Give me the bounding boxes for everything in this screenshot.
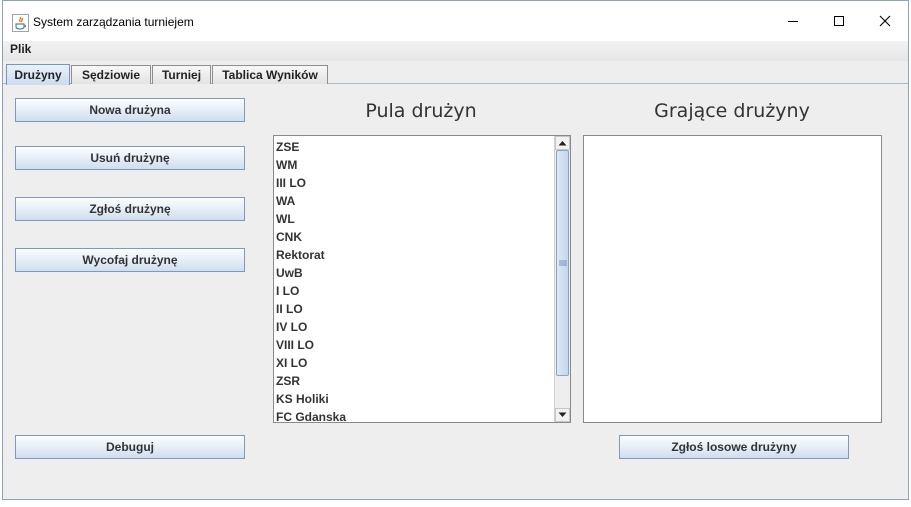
close-button[interactable]	[862, 1, 908, 41]
menu-plik[interactable]: Plik	[10, 42, 31, 56]
list-item[interactable]: ZSR	[275, 372, 346, 390]
list-item[interactable]: UwB	[275, 264, 346, 282]
window-title: System zarządzania turniejem	[33, 15, 194, 29]
new-team-button[interactable]: Nowa drużyna	[15, 98, 245, 122]
minimize-icon	[788, 21, 798, 22]
list-item[interactable]: II LO	[275, 300, 346, 318]
maximize-icon	[834, 16, 844, 26]
java-app-icon	[12, 14, 29, 32]
list-item[interactable]: XI LO	[275, 354, 346, 372]
playing-heading: Grające drużyny	[654, 100, 810, 122]
scroll-up-button[interactable]	[555, 136, 570, 150]
team-pool-scrollbar[interactable]	[554, 136, 570, 422]
withdraw-team-button[interactable]: Wycofaj drużynę	[15, 248, 245, 272]
list-item[interactable]: VIII LO	[275, 336, 346, 354]
scroll-thumb[interactable]	[556, 150, 569, 376]
scroll-up-icon	[558, 141, 567, 146]
tab-bar: Drużyny Sędziowie Turniej Tablica Wynikó…	[3, 63, 908, 85]
minimize-button[interactable]	[770, 1, 816, 41]
list-item[interactable]: Rektorat	[275, 246, 346, 264]
tab-turniej[interactable]: Turniej	[152, 65, 211, 84]
scroll-down-icon	[558, 412, 567, 417]
list-item[interactable]: WA	[275, 192, 346, 210]
pool-heading: Pula drużyn	[365, 100, 477, 122]
list-item[interactable]: CNK	[275, 228, 346, 246]
menu-bar: Plik	[3, 41, 908, 61]
playing-teams-list[interactable]	[583, 135, 882, 423]
maximize-button[interactable]	[816, 1, 862, 41]
title-bar[interactable]: System zarządzania turniejem	[3, 1, 908, 41]
list-item[interactable]: I LO	[275, 282, 346, 300]
app-window: System zarządzania turniejem Plik Drużyn…	[2, 0, 909, 500]
close-icon	[879, 15, 891, 27]
tab-tablica-wynikow[interactable]: Tablica Wyników	[212, 65, 328, 84]
list-item[interactable]: WL	[275, 210, 346, 228]
scroll-down-button[interactable]	[555, 408, 570, 422]
remove-team-button[interactable]: Usuń drużynę	[15, 146, 245, 170]
list-item[interactable]: FC Gdanska	[275, 408, 346, 426]
register-team-button[interactable]: Zgłoś drużynę	[15, 197, 245, 221]
teams-panel: Nowa drużyna Usuń drużynę Zgłoś drużynę …	[3, 85, 908, 499]
tab-sedziowie[interactable]: Sędziowie	[71, 65, 151, 84]
list-item[interactable]: ZSE	[275, 138, 346, 156]
list-item[interactable]: WM	[275, 156, 346, 174]
list-item[interactable]: III LO	[275, 174, 346, 192]
register-random-teams-button[interactable]: Zgłoś losowe drużyny	[619, 435, 849, 459]
team-pool-list[interactable]: ZSE WM III LO WA WL CNK Rektorat UwB I LO II LO IV…	[273, 135, 571, 426]
list-item[interactable]: KS Holiki	[275, 390, 346, 408]
list-item[interactable]: IV LO	[275, 318, 346, 336]
tab-druzyny[interactable]: Drużyny	[6, 64, 70, 85]
debug-button[interactable]: Debuguj	[15, 435, 245, 459]
grip-icon	[558, 260, 567, 266]
team-pool-items: ZSE WM III LO WA WL CNK Rektorat UwB I LO II LO IV…	[275, 138, 346, 426]
